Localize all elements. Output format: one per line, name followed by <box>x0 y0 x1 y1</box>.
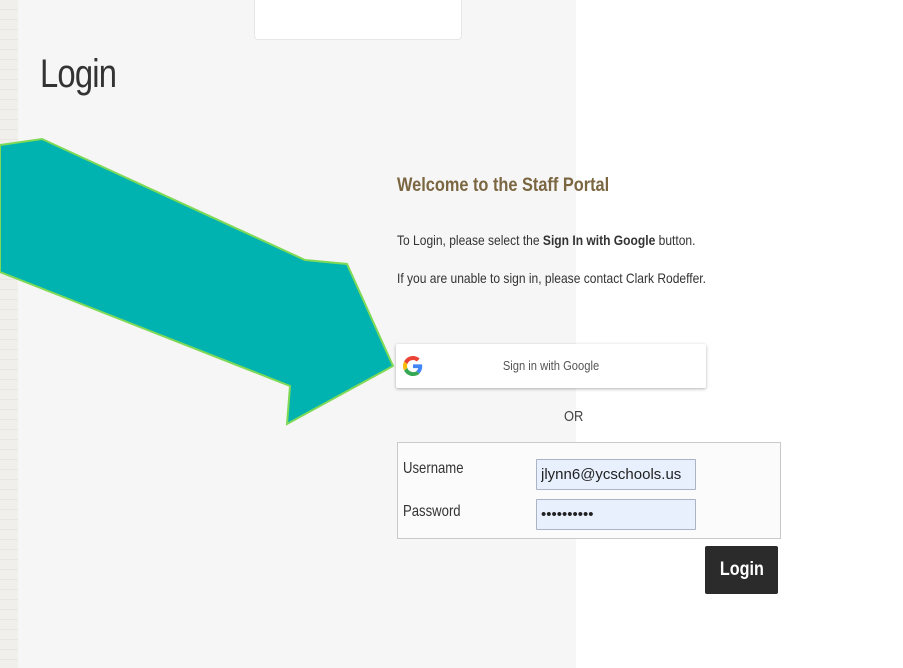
help-text: If you are unable to sign in, please con… <box>397 270 706 286</box>
login-form: Username Password <box>397 442 781 539</box>
username-input[interactable] <box>536 459 696 490</box>
login-button[interactable]: Login <box>705 546 778 594</box>
instruction-bold: Sign In with Google <box>542 232 656 248</box>
login-instruction: To Login, please select the Sign In with… <box>397 232 695 248</box>
password-label: Password <box>403 503 461 520</box>
instruction-prefix: To Login, please select the <box>397 232 543 248</box>
page-left-margin <box>0 0 18 668</box>
google-button-label: Sign in with Google <box>502 358 600 373</box>
welcome-heading: Welcome to the Staff Portal <box>397 175 610 196</box>
content-panel <box>18 0 576 668</box>
top-header-tab <box>254 0 462 40</box>
password-input[interactable] <box>536 499 696 530</box>
or-divider-text: OR <box>564 408 584 425</box>
username-label: Username <box>403 460 464 477</box>
login-button-label: Login <box>719 559 764 580</box>
sign-in-with-google-button[interactable]: Sign in with Google <box>396 344 706 388</box>
page-title: Login <box>40 52 117 96</box>
instruction-suffix: button. <box>655 232 696 248</box>
